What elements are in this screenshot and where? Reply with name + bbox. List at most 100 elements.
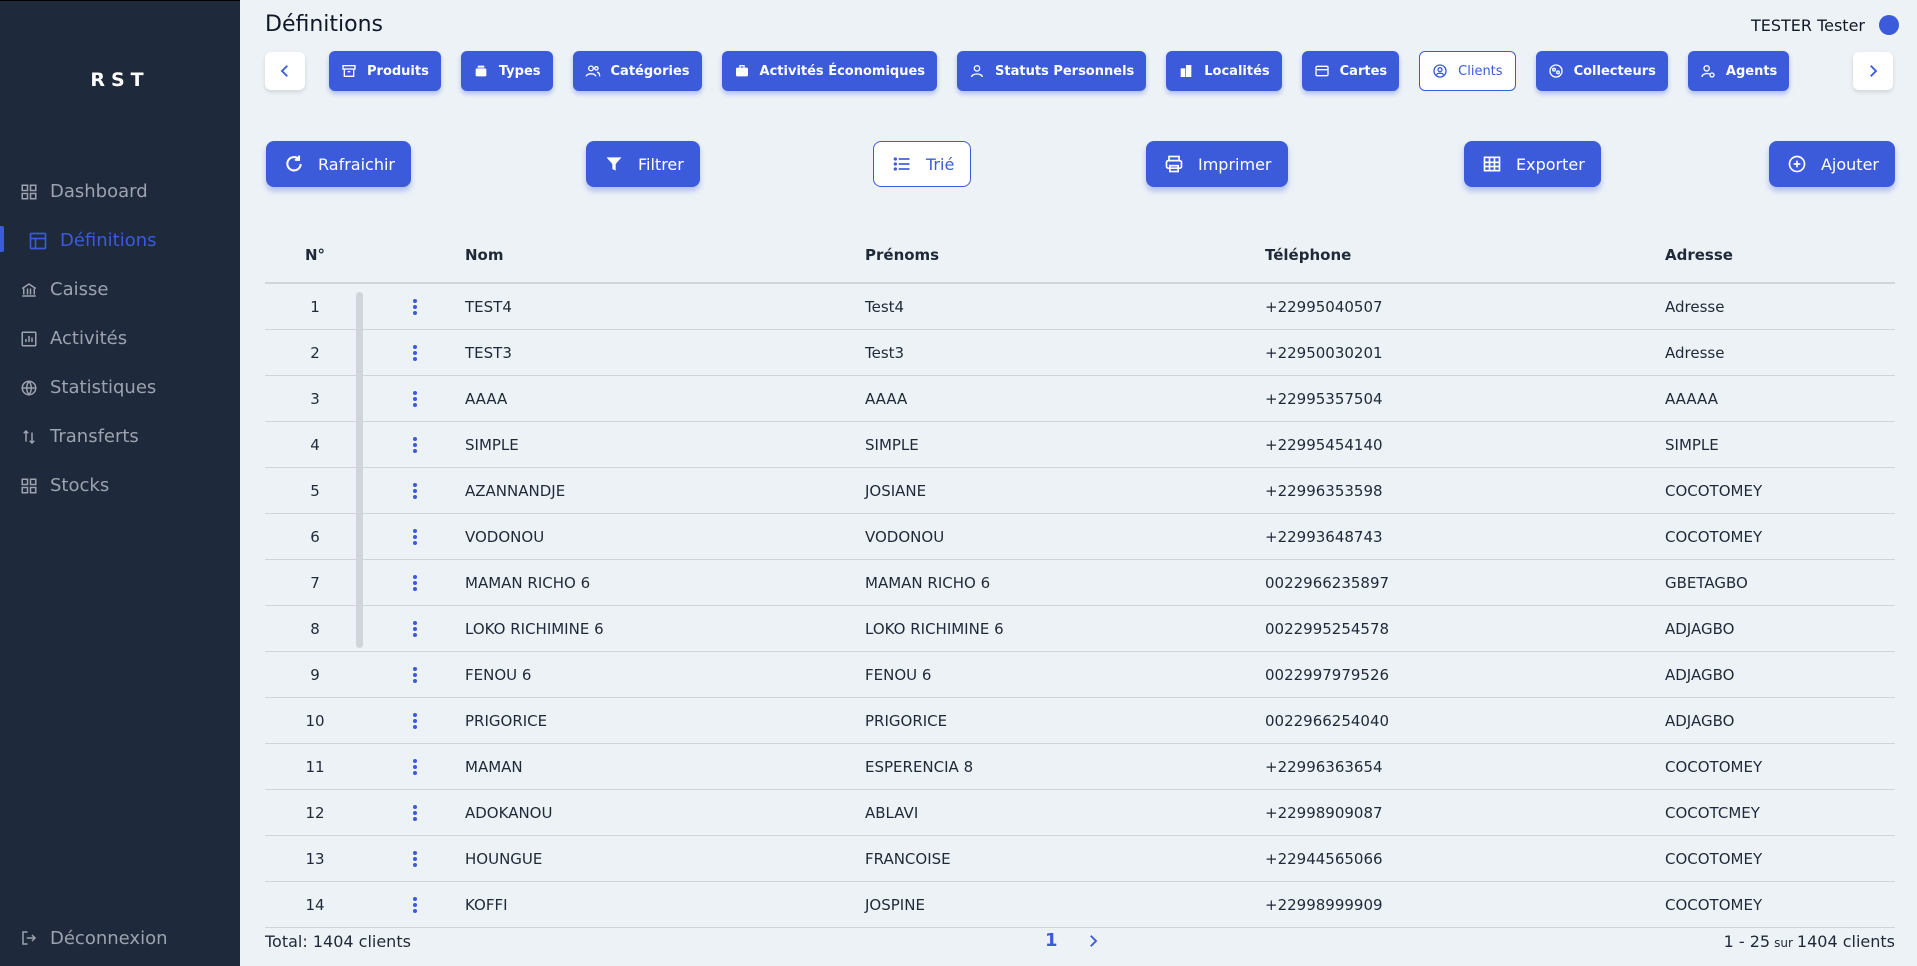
cell-telephone: +22995040507 [1265, 297, 1383, 316]
logout-button[interactable]: Déconnexion [0, 920, 240, 956]
tab-collecteurs[interactable]: Collecteurs [1535, 51, 1668, 91]
table-row[interactable]: 1 TEST4 Test4 +22995040507 Adresse [265, 284, 1895, 330]
row-actions-menu[interactable] [365, 712, 465, 730]
tab-clients[interactable]: Clients [1419, 51, 1516, 91]
table-row[interactable]: 8 LOKO RICHIMINE 6 LOKO RICHIMINE 6 0022995… [265, 606, 1895, 652]
cell-prenoms: AAAA [865, 389, 908, 408]
cell-telephone: +22996353598 [1265, 481, 1383, 500]
more-vertical-icon[interactable] [412, 528, 418, 546]
tab-cartes[interactable]: Cartes [1301, 51, 1400, 91]
logout-label: Déconnexion [50, 927, 168, 949]
cell-adresse: Adresse [1665, 343, 1725, 362]
filter-button[interactable]: Filtrer [586, 141, 700, 187]
sidebar-item-definitions[interactable]: Définitions [0, 216, 240, 265]
tabs-prev-button[interactable] [265, 52, 305, 90]
sidebar-item-stocks[interactable]: Stocks [0, 461, 240, 510]
more-vertical-icon[interactable] [412, 850, 418, 868]
more-vertical-icon[interactable] [412, 896, 418, 914]
sidebar-item-transferts[interactable]: Transferts [0, 412, 240, 461]
sidebar-item-caisse[interactable]: Caisse [0, 265, 240, 314]
table-row[interactable]: 5 AZANNANDJE JOSIANE +22996353598 COCOTOMEY [265, 468, 1895, 514]
table-scrollbar[interactable] [356, 292, 363, 648]
cell-nom: ADOKANOU [465, 803, 553, 822]
export-button[interactable]: Exporter [1464, 141, 1601, 187]
table-row[interactable]: 12 ADOKANOU ABLAVI +22998909087 COCOTCMEY [265, 790, 1895, 836]
table-row[interactable]: 4 SIMPLE SIMPLE +22995454140 SIMPLE [265, 422, 1895, 468]
row-actions-menu[interactable] [365, 344, 465, 362]
row-actions-menu[interactable] [365, 574, 465, 592]
tab-label: Clients [1458, 63, 1503, 79]
tab-statuts-personnels[interactable]: Statuts Personnels [957, 51, 1147, 91]
tab-label: Types [498, 63, 541, 79]
cell-adresse: AAAAA [1665, 389, 1718, 408]
row-actions-menu[interactable] [365, 436, 465, 454]
cell-telephone: +22995454140 [1265, 435, 1383, 454]
tab-produits[interactable]: Produits [329, 51, 441, 91]
cell-nom: FENOU 6 [465, 665, 532, 684]
table-row[interactable]: 3 AAAA AAAA +22995357504 AAAAA [265, 376, 1895, 422]
tab-types[interactable]: Types [460, 51, 553, 91]
table-row[interactable]: 9 FENOU 6 FENOU 6 0022997979526 ADJAGBO [265, 652, 1895, 698]
tab-agents[interactable]: Agents [1687, 51, 1790, 91]
row-actions-menu[interactable] [365, 298, 465, 316]
more-vertical-icon[interactable] [412, 620, 418, 638]
sidebar-item-label: Transferts [50, 426, 139, 447]
bank-icon [21, 282, 37, 297]
user-menu[interactable]: TESTER Tester [1751, 15, 1899, 35]
chevron-right-icon[interactable] [1084, 932, 1102, 950]
tab-activites-economiques[interactable]: Activités Économiques [721, 51, 938, 91]
table-row[interactable]: 11 MAMAN ESPERENCIA 8 +22996363654 COCOTOMEY [265, 744, 1895, 790]
row-number: 7 [310, 573, 320, 592]
table-row[interactable]: 13 HOUNGUE FRANCOISE +22944565066 COCOTOMEY [265, 836, 1895, 882]
row-actions-menu[interactable] [365, 390, 465, 408]
row-actions-menu[interactable] [365, 666, 465, 684]
sidebar-item-statistiques[interactable]: Statistiques [0, 363, 240, 412]
cell-adresse: COCOTOMEY [1665, 481, 1763, 500]
more-vertical-icon[interactable] [412, 482, 418, 500]
page-number[interactable]: 1 [1045, 930, 1058, 951]
tabs-next-button[interactable] [1853, 52, 1893, 90]
row-actions-menu[interactable] [365, 850, 465, 868]
column-header-number: N° [304, 246, 326, 264]
sort-button[interactable]: Trié [873, 141, 972, 187]
table-row[interactable]: 2 TEST3 Test3 +22950030201 Adresse [265, 330, 1895, 376]
add-button[interactable]: Ajouter [1768, 141, 1895, 187]
cell-prenoms: JOSPINE [865, 895, 925, 914]
more-vertical-icon[interactable] [412, 666, 418, 684]
row-number: 4 [310, 435, 320, 454]
cell-telephone: +22998909087 [1265, 803, 1383, 822]
cell-telephone: +22944565066 [1265, 849, 1383, 868]
row-actions-menu[interactable] [365, 528, 465, 546]
more-vertical-icon[interactable] [412, 574, 418, 592]
more-vertical-icon[interactable] [412, 436, 418, 454]
more-vertical-icon[interactable] [412, 758, 418, 776]
more-vertical-icon[interactable] [412, 390, 418, 408]
row-actions-menu[interactable] [365, 896, 465, 914]
tab-categories[interactable]: Catégories [572, 51, 702, 91]
sidebar-item-label: Activités [50, 328, 128, 349]
table-row[interactable]: 7 MAMAN RICHO 6 MAMAN RICHO 6 0022966235897… [265, 560, 1895, 606]
row-number: 6 [310, 527, 320, 546]
table-row[interactable]: 14 KOFFI JOSPINE +22998999909 COCOTOMEY [265, 882, 1895, 928]
sidebar-item-activites[interactable]: Activités [0, 314, 240, 363]
tab-localites[interactable]: Localités [1166, 51, 1282, 91]
table-row[interactable]: 10 PRIGORICE PRIGORICE 0022966254040 ADJAGBO [265, 698, 1895, 744]
row-actions-menu[interactable] [365, 758, 465, 776]
globe-icon [21, 380, 37, 396]
more-vertical-icon[interactable] [412, 344, 418, 362]
row-actions-menu[interactable] [365, 482, 465, 500]
table-row[interactable]: 6 VODONOU VODONOU +22993648743 COCOTOMEY [265, 514, 1895, 560]
avatar[interactable] [1879, 15, 1899, 35]
more-vertical-icon[interactable] [412, 804, 418, 822]
sidebar-item-dashboard[interactable]: Dashboard [0, 167, 240, 216]
archive-icon [342, 65, 356, 77]
print-button[interactable]: Imprimer [1146, 141, 1288, 187]
more-vertical-icon[interactable] [412, 298, 418, 316]
pagination: 1 [1045, 930, 1102, 951]
refresh-button[interactable]: Rafraichir [266, 141, 411, 187]
row-actions-menu[interactable] [365, 620, 465, 638]
row-actions-menu[interactable] [365, 804, 465, 822]
cell-adresse: COCOTOMEY [1665, 757, 1763, 776]
more-vertical-icon[interactable] [412, 712, 418, 730]
cell-telephone: 0022966235897 [1265, 573, 1390, 592]
